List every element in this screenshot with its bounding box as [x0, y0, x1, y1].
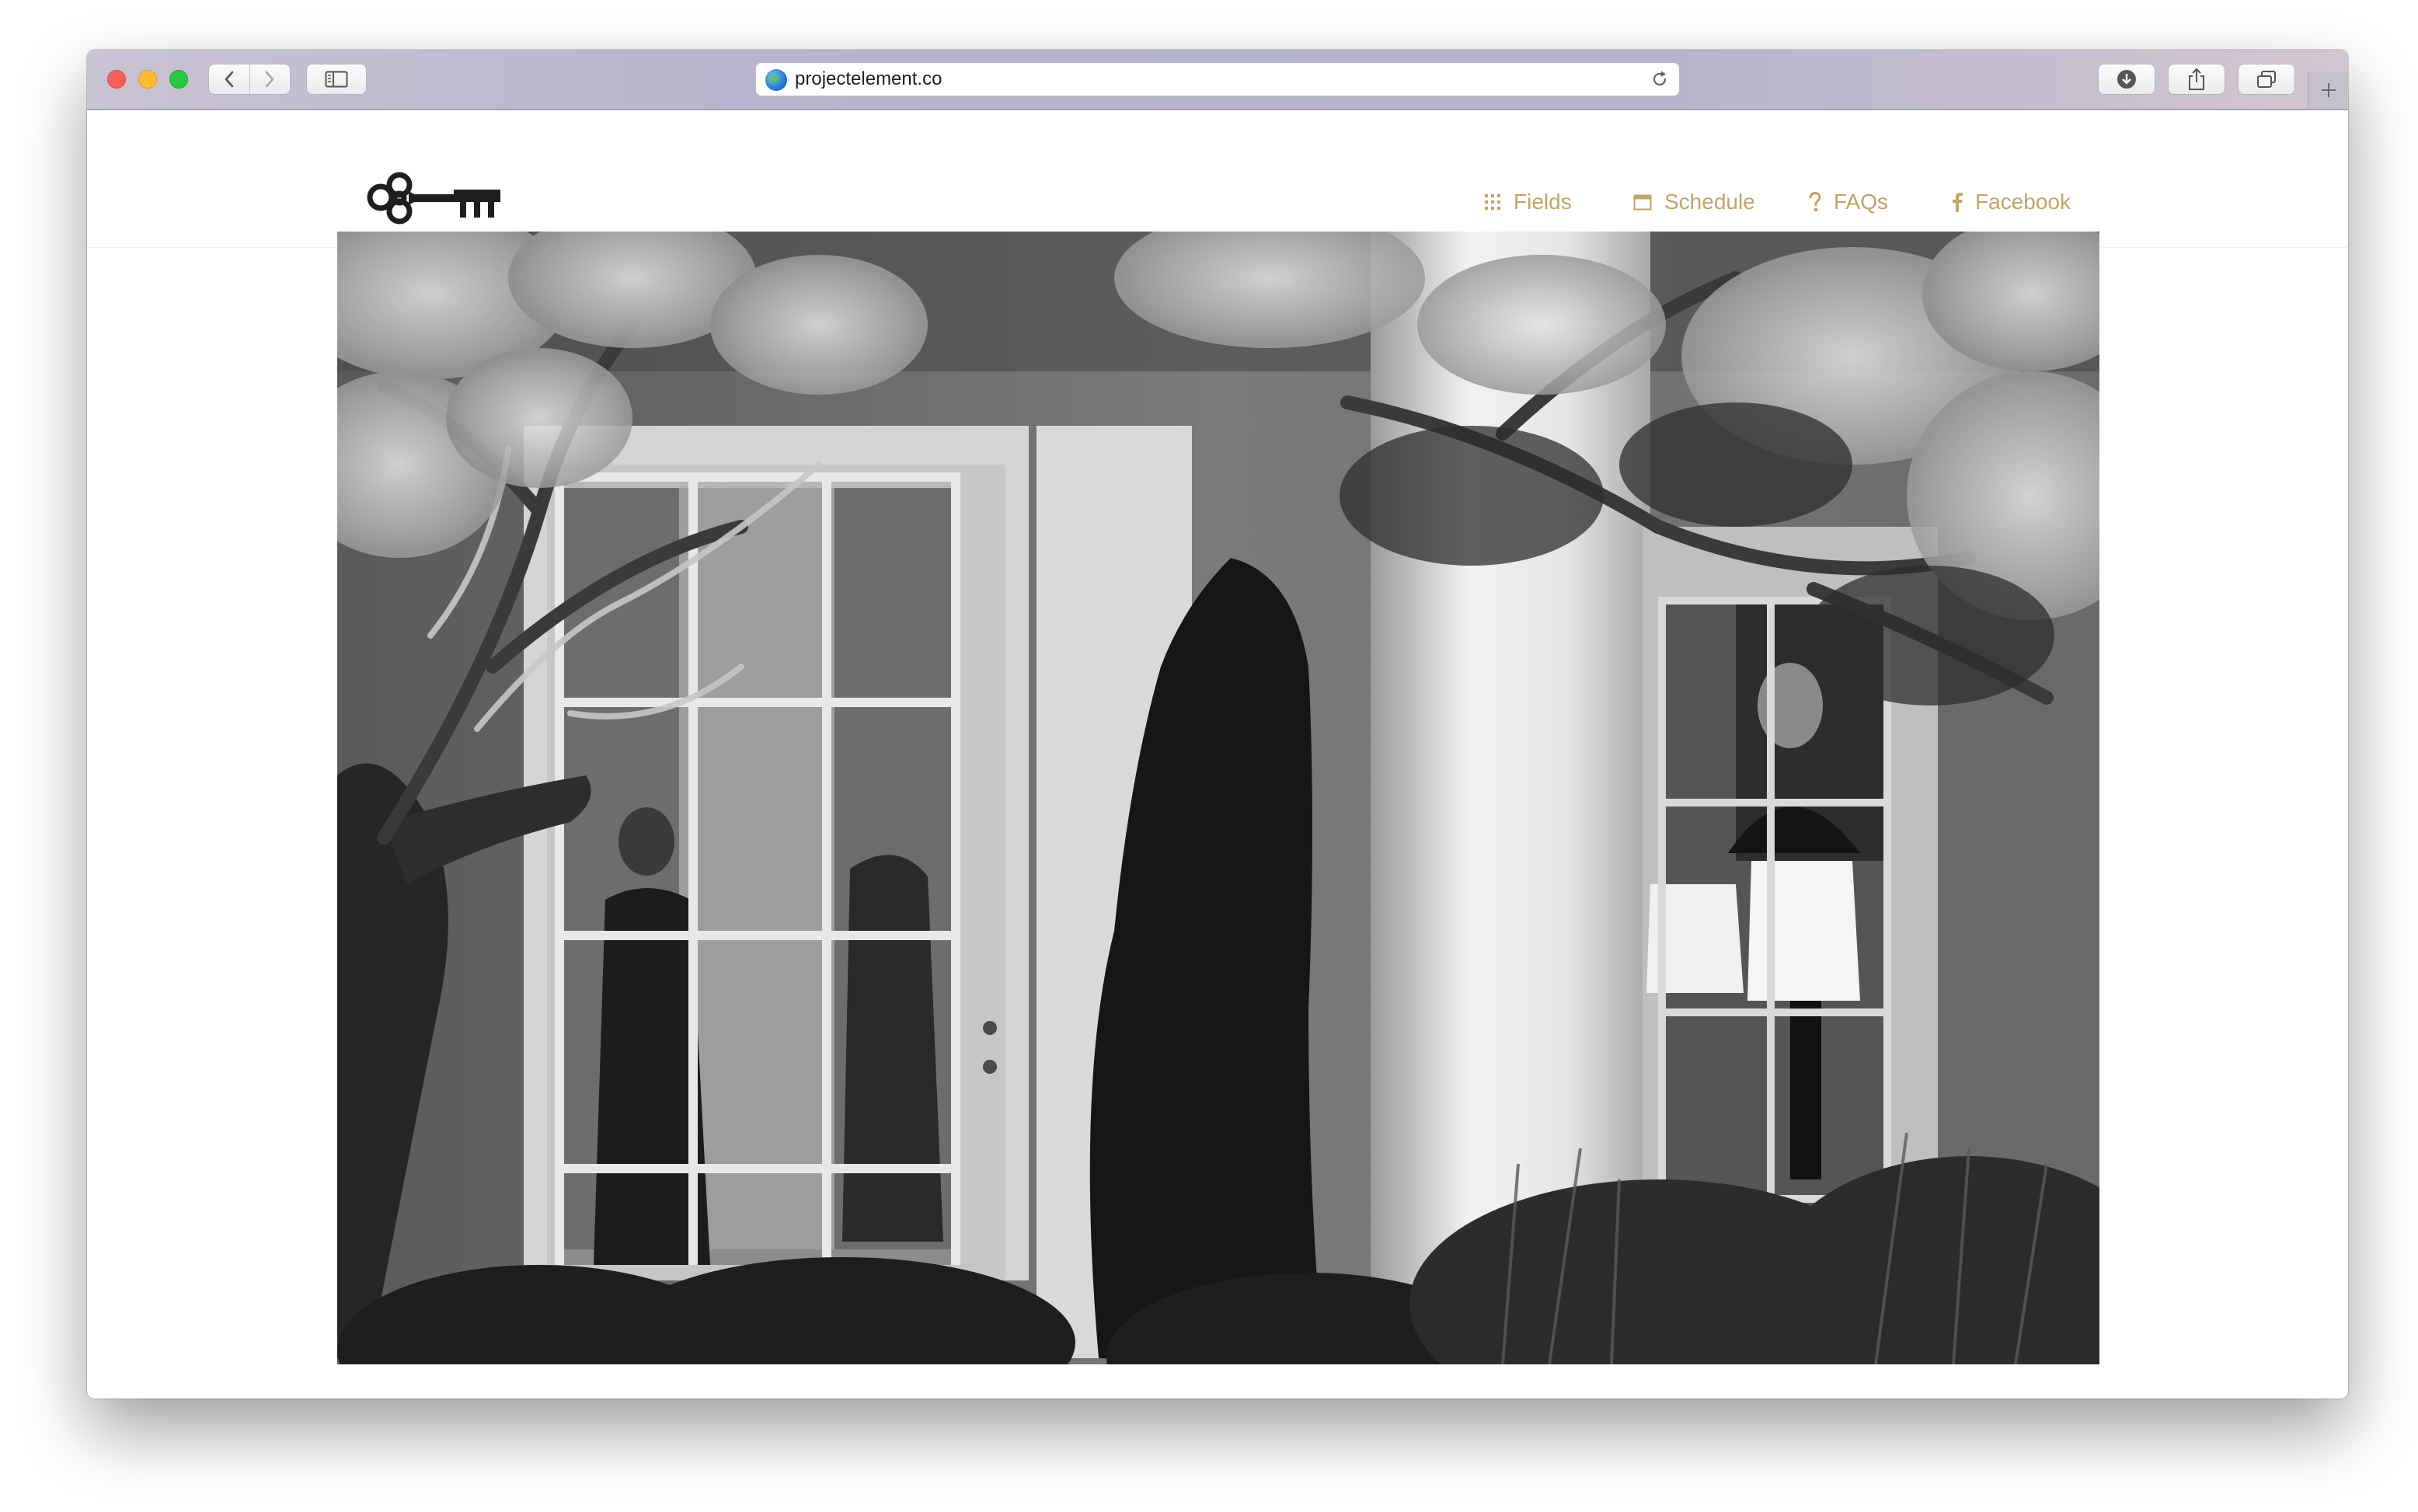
- nav-faqs[interactable]: FAQs: [1809, 186, 1888, 218]
- sidebar-button[interactable]: [306, 64, 367, 95]
- share-icon: [2189, 68, 2204, 90]
- nav-facebook[interactable]: Facebook: [1952, 186, 2071, 218]
- sidebar-icon: [325, 71, 348, 88]
- nav-facebook-label: Facebook: [1975, 190, 2071, 214]
- history-nav-group: [208, 64, 291, 95]
- download-icon: [2117, 70, 2136, 89]
- nav-fields[interactable]: Fields: [1484, 186, 1572, 218]
- share-button[interactable]: [2168, 64, 2225, 95]
- screen: projectelement.co Fields Schedule FAQs F…: [0, 0, 2418, 1512]
- close-window-button[interactable]: [107, 70, 126, 89]
- calendar-icon: [1633, 193, 1652, 211]
- site-header: Fields Schedule FAQs Facebook: [87, 110, 2348, 248]
- globe-icon: [765, 69, 787, 91]
- plus-icon: [2322, 83, 2336, 97]
- nav-fields-label: Fields: [1514, 190, 1572, 214]
- address-bar[interactable]: projectelement.co: [755, 62, 1680, 96]
- grid-dots-icon: [1484, 193, 1501, 211]
- question-icon: [1809, 192, 1821, 212]
- chevron-right-icon: [265, 71, 274, 88]
- new-tab-button[interactable]: [2308, 71, 2348, 109]
- nav-faqs-label: FAQs: [1834, 190, 1889, 214]
- chevron-left-icon: [225, 71, 234, 88]
- reload-icon[interactable]: [1650, 69, 1670, 89]
- facebook-icon: [1952, 192, 1963, 212]
- url-text[interactable]: projectelement.co: [795, 63, 942, 96]
- downloads-button[interactable]: [2098, 64, 2155, 95]
- tabs-overview-icon: [2257, 71, 2276, 88]
- browser-toolbar: projectelement.co: [87, 50, 2348, 110]
- nav-schedule-label: Schedule: [1664, 190, 1755, 214]
- forward-button[interactable]: [250, 64, 291, 94]
- zoom-window-button[interactable]: [169, 70, 188, 89]
- minimize-window-button[interactable]: [138, 70, 157, 89]
- skeleton-key-logo[interactable]: [364, 168, 502, 230]
- nav-schedule[interactable]: Schedule: [1633, 186, 1755, 218]
- tabs-overview-button[interactable]: [2238, 64, 2295, 95]
- browser-window: projectelement.co Fields Schedule FAQs F…: [87, 50, 2348, 1399]
- hero-photo-drawing: [337, 232, 2099, 1364]
- hero-photo: [337, 232, 2099, 1364]
- back-button[interactable]: [209, 64, 250, 94]
